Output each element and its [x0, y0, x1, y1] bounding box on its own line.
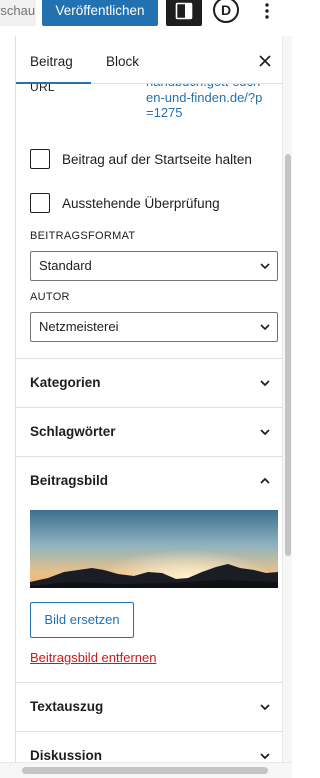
horizontal-scrollbar-thumb[interactable]	[22, 767, 268, 774]
categories-panel-title: Kategorien	[30, 375, 101, 390]
chevron-down-icon	[260, 324, 270, 331]
chevron-down-icon	[260, 380, 270, 387]
pending-review-checkbox[interactable]	[30, 193, 50, 213]
preview-label: Vorschau	[0, 3, 36, 18]
remove-featured-image-link[interactable]: Beitragsbild entfernen	[30, 650, 156, 665]
chevron-down-icon	[260, 429, 270, 436]
sticky-checkbox-row[interactable]: Beitrag auf der Startseite halten	[30, 148, 252, 170]
more-options-icon[interactable]	[256, 0, 278, 23]
author-label: AUTOR	[30, 291, 70, 303]
pending-review-checkbox-label: Ausstehende Überprüfung	[62, 195, 220, 211]
excerpt-panel-toggle[interactable]: Textauszug	[16, 682, 282, 731]
featured-image-panel-title: Beitragsbild	[30, 473, 109, 488]
sticky-checkbox-label: Beitrag auf der Startseite halten	[62, 151, 252, 167]
editor-canvas-edge	[0, 36, 16, 778]
plugin-logo-button[interactable]: D	[213, 0, 239, 23]
pending-review-checkbox-row[interactable]: Ausstehende Überprüfung	[30, 192, 220, 214]
author-select[interactable]: Netzmeisterei	[30, 312, 278, 342]
sidebar-tabs: Beitrag Block	[16, 36, 282, 84]
chevron-down-icon	[260, 704, 270, 711]
sidebar-icon	[175, 2, 193, 20]
sticky-checkbox[interactable]	[30, 149, 50, 169]
preview-button[interactable]: Vorschau	[0, 0, 36, 26]
tab-block[interactable]: Block	[92, 36, 153, 84]
chevron-down-icon	[260, 263, 270, 270]
chevron-up-icon	[260, 477, 270, 484]
discussion-panel-title: Diskussion	[30, 748, 103, 762]
featured-image-preview[interactable]	[30, 510, 278, 588]
editor-toolbar: Vorschau Veröffentlichen D	[0, 0, 292, 36]
post-format-value: Standard	[39, 258, 92, 273]
tab-post[interactable]: Beitrag	[16, 36, 91, 84]
replace-image-button[interactable]: Bild ersetzen	[30, 602, 134, 638]
horizontal-scrollbar[interactable]	[0, 762, 292, 778]
chevron-down-icon	[260, 753, 270, 760]
tags-panel-toggle[interactable]: Schlagwörter	[16, 407, 282, 456]
publish-button[interactable]: Veröffentlichen	[42, 0, 158, 26]
discussion-panel-toggle[interactable]: Diskussion	[16, 731, 282, 762]
vertical-scrollbar[interactable]	[282, 36, 292, 762]
settings-sidebar: URL handbuch.gott-suchen-und-finden.de/?…	[16, 36, 282, 762]
post-format-select[interactable]: Standard	[30, 251, 278, 281]
author-value: Netzmeisterei	[39, 319, 119, 334]
close-icon[interactable]	[256, 52, 274, 70]
post-format-label: BEITRAGSFORMAT	[30, 230, 136, 242]
excerpt-panel-title: Textauszug	[30, 699, 104, 714]
featured-image-panel-toggle[interactable]: Beitragsbild	[16, 456, 282, 505]
tags-panel-title: Schlagwörter	[30, 424, 116, 439]
categories-panel-toggle[interactable]: Kategorien	[16, 358, 282, 407]
vertical-scrollbar-thumb[interactable]	[285, 154, 291, 556]
settings-sidebar-toggle[interactable]	[166, 0, 202, 26]
